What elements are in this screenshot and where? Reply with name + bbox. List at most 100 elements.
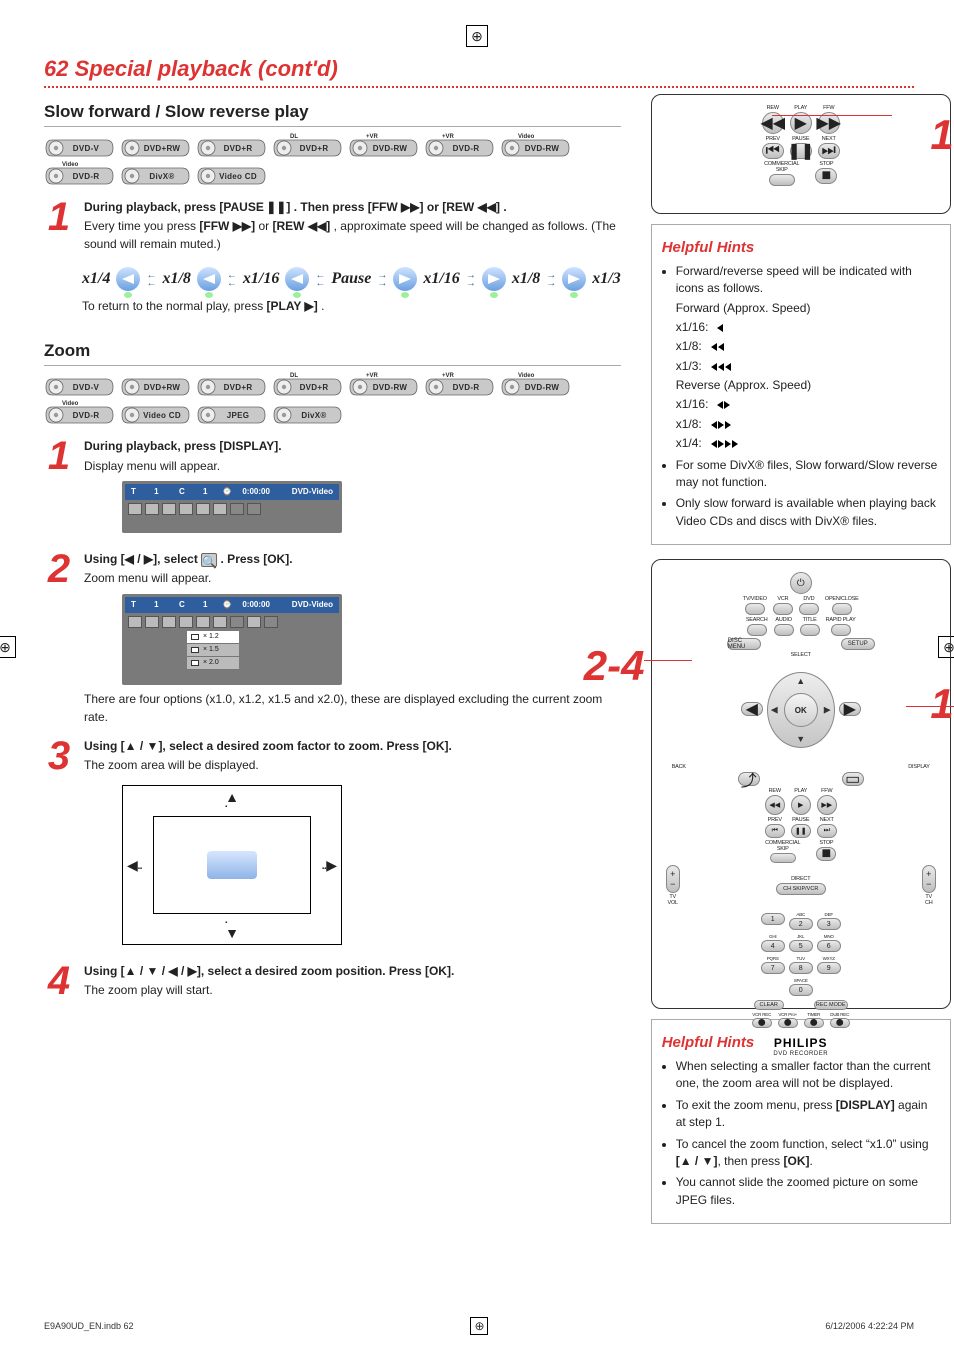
rc-button[interactable] <box>747 624 767 636</box>
rc-back-label: BACK <box>672 764 686 770</box>
display-menu-panel-2: T 1 C 1 ⌚ 0:00:00 DVD-Video × 1.2 × 1.5 … <box>122 594 342 685</box>
zoom-area-diagram: ▲▪ ▪▼ ◀▪▪ ▪▪▶ <box>122 785 342 945</box>
disc-badge: DVD-RW+VR <box>348 376 418 398</box>
step1-text-mid: . Then press <box>294 200 368 214</box>
rc-display-button[interactable]: ▭ <box>842 772 864 786</box>
rc-back-button[interactable]: ⤴ <box>738 772 760 786</box>
rc-numpad-5[interactable]: 5 <box>789 940 813 952</box>
rc-disc-menu-button[interactable]: DISC MENU <box>727 638 761 650</box>
z4e: . <box>451 964 454 978</box>
rc-button[interactable]: ● <box>752 1018 772 1028</box>
rc-button[interactable]: ❚❚ <box>791 824 811 838</box>
rc-button[interactable] <box>774 624 794 636</box>
rc-dpad-left-ext[interactable]: ◀ <box>741 702 763 716</box>
rc-label: AUDIO <box>775 617 791 623</box>
rc-button[interactable]: ▶ <box>791 795 811 815</box>
ok-button-ref: [OK] <box>263 552 289 566</box>
rc-commercial-skip-button-2[interactable] <box>770 853 796 863</box>
rc-next-button[interactable]: ⏭ <box>818 143 840 159</box>
rc-stop-button-2[interactable]: ■ <box>816 847 836 861</box>
rc-button[interactable]: ▶▶ <box>817 795 837 815</box>
return-pre: To return to the normal play, press <box>82 299 267 313</box>
arrow-right-icon: →→ <box>546 272 556 287</box>
hint-bot-3: To cancel the zoom function, select “x1.… <box>676 1136 940 1171</box>
rc-tv-ch[interactable]: +− <box>922 865 936 893</box>
rc-button[interactable] <box>800 624 820 636</box>
arrow-up-icon: ▲▪ <box>225 790 239 810</box>
zoom-step3-num: 3 <box>44 738 74 951</box>
rc-rec-mode-button[interactable]: REC MODE <box>814 1000 848 1010</box>
rc-label: FFW <box>821 788 832 794</box>
rc-button[interactable] <box>832 603 852 615</box>
rc-button[interactable] <box>831 624 851 636</box>
speed-rev-icon <box>116 267 140 291</box>
z3f: The zoom area will be displayed. <box>84 757 621 774</box>
fwd-0: x1/16: <box>676 320 709 334</box>
panel2-Cval: 1 <box>203 599 207 611</box>
rc-button[interactable]: ● <box>804 1018 824 1028</box>
z3b: ▲ / ▼ <box>125 739 159 753</box>
rc-numpad-sublabel: MNO <box>824 934 834 939</box>
hint-top-1-text: Forward/reverse speed will be indicated … <box>676 264 912 295</box>
rc-numpad-1[interactable]: 1 <box>761 913 785 925</box>
arrow-left-icon: ←← <box>227 272 237 287</box>
rc-commercial-skip-button[interactable] <box>769 174 795 186</box>
rc-numpad-0[interactable]: 0 <box>789 984 813 996</box>
rc-ch-skip-button[interactable]: CH SKIP/VCR <box>776 883 826 895</box>
rc-button[interactable] <box>773 603 793 615</box>
slow-rev-2-icon <box>706 420 734 430</box>
rc-button[interactable]: ◀◀ <box>765 795 785 815</box>
rc-button[interactable]: ⏮ <box>765 824 785 838</box>
rc-tv-vol[interactable]: +− <box>666 865 680 893</box>
zoom-option-list: × 1.2 × 1.5 × 2.0 <box>187 631 239 670</box>
callout-line <box>772 115 892 116</box>
rc-button[interactable]: ● <box>830 1018 850 1028</box>
rev-0: x1/16: <box>676 397 709 411</box>
panel2-T: T <box>131 599 136 611</box>
rc-stop-button[interactable]: ■ <box>815 168 837 184</box>
page-footer: E9A90UD_EN.indb 62 ⊕ 6/12/2006 4:22:24 P… <box>44 1317 914 1335</box>
panel-C: C <box>179 486 185 498</box>
step1-text-or: or <box>427 200 442 214</box>
rc-power-button[interactable]: ⏻ <box>790 572 812 594</box>
rc-button[interactable]: ⏭ <box>817 824 837 838</box>
rc-label: RAPID PLAY <box>826 617 856 623</box>
rc-button[interactable]: ● <box>778 1018 798 1028</box>
z2b: ◀ / ▶ <box>125 552 153 566</box>
rc-label: NEXT <box>820 817 834 823</box>
rc-dpad-left-icon: ◀ <box>771 705 778 716</box>
rc-numpad-4[interactable]: 4 <box>761 940 785 952</box>
return-end: . <box>321 299 324 313</box>
rew-button-ref-2: [REW ◀◀] <box>273 219 331 233</box>
slow-rev-3-icon <box>706 439 740 449</box>
zoom-step1-body: During playback, press [DISPLAY]. Displa… <box>84 438 621 539</box>
rc-button[interactable] <box>745 603 765 615</box>
section-heading-zoom: Zoom <box>44 341 621 366</box>
rc-numpad-9[interactable]: 9 <box>817 962 841 974</box>
hb3e: . <box>810 1154 813 1168</box>
rc-dpad-right-ext[interactable]: ▶ <box>839 702 861 716</box>
rc-pause-button[interactable]: ❚❚ <box>790 143 812 159</box>
slow-fwd-3-icon <box>706 362 740 372</box>
hint-top-1: Forward/reverse speed will be indicated … <box>676 263 940 453</box>
panel-T: T <box>131 486 136 498</box>
rc-numpad-2[interactable]: 2 <box>789 918 813 930</box>
rc-select-label: SELECT <box>666 652 936 658</box>
panel-Tval: 1 <box>154 486 158 498</box>
disc-badge: DVD+RW <box>120 137 190 159</box>
disc-badge: DVD+RDL <box>272 376 342 398</box>
rc-numpad-3[interactable]: 3 <box>817 918 841 930</box>
disc-badge: DVD-V <box>44 137 114 159</box>
panel2-C: C <box>179 599 185 611</box>
rc-label: REW <box>769 788 781 794</box>
rc-numpad-7[interactable]: 7 <box>761 962 785 974</box>
rc-numpad-8[interactable]: 8 <box>789 962 813 974</box>
return-note: To return to the normal play, press [PLA… <box>82 299 621 313</box>
rc-button[interactable] <box>799 603 819 615</box>
rc-prev-button[interactable]: ⏮ <box>762 143 784 159</box>
rc-setup-button[interactable]: SETUP <box>841 638 875 650</box>
rc-numpad-6[interactable]: 6 <box>817 940 841 952</box>
speed-fwd-icon <box>393 267 417 291</box>
rc-clear-button[interactable]: CLEAR <box>754 1000 784 1010</box>
rc-ok-button[interactable]: OK <box>784 693 818 727</box>
